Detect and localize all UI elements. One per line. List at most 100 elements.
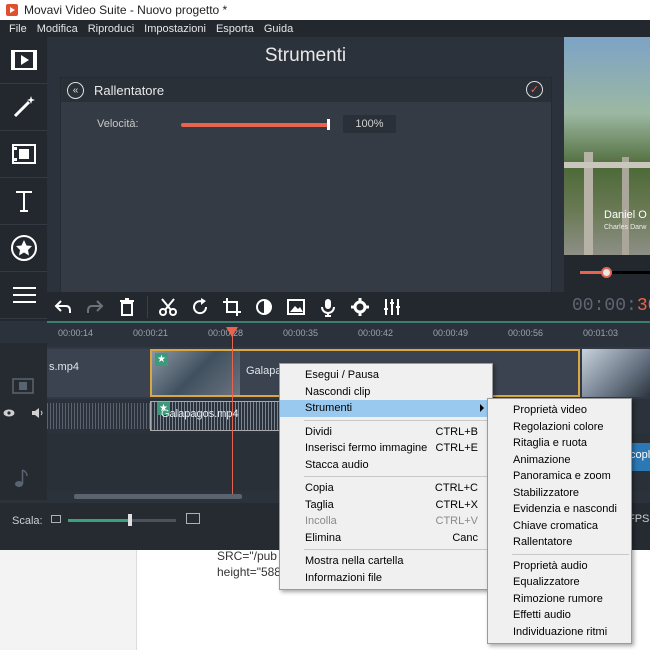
context-menu-item[interactable]: Copia CTRL+C	[280, 480, 492, 497]
menu-modifica[interactable]: Modifica	[32, 23, 83, 35]
menu-riproduci[interactable]: Riproduci	[83, 23, 139, 35]
submenu-item[interactable]: Effetti audio	[488, 607, 631, 624]
context-menu-item[interactable]: Incolla CTRL+V	[280, 513, 492, 530]
context-menu-item[interactable]: Dividi CTRL+B	[280, 424, 492, 441]
context-menu-shortcut: CTRL+B	[435, 425, 479, 438]
submenu-item[interactable]: Evidenzia e nascondi	[488, 501, 631, 518]
context-menu-item[interactable]: Inserisci fermo immagine CTRL+E	[280, 440, 492, 457]
submenu-item-label: Stabilizzatore	[513, 486, 580, 499]
video-track-icon	[12, 378, 34, 394]
cut-button[interactable]	[152, 292, 184, 321]
zoom-out-icon[interactable]	[51, 515, 61, 523]
video-clip-previous[interactable]: s.mp4	[47, 349, 150, 397]
rotate-icon	[193, 297, 208, 314]
import-media-button[interactable]	[0, 37, 47, 84]
scale-label: Scala:	[12, 515, 43, 527]
contrast-icon	[256, 298, 272, 315]
trash-icon	[120, 297, 134, 316]
menu-esporta[interactable]: Esporta	[211, 23, 259, 35]
menu-bar: File Modifica Riproduci Impostazioni Esp…	[0, 20, 650, 37]
back-icon[interactable]: «	[67, 81, 84, 99]
titles-button[interactable]	[0, 178, 47, 225]
eye-icon[interactable]	[3, 408, 15, 418]
context-menu-item[interactable]: Mostra nella cartella	[280, 553, 492, 570]
context-menu-item[interactable]: Taglia CTRL+X	[280, 497, 492, 514]
submenu-item[interactable]: Individuazione ritmi	[488, 624, 631, 641]
audio-waveform-previous[interactable]	[47, 403, 150, 429]
undo-icon	[54, 299, 71, 313]
context-menu-item[interactable]: Nascondi clip	[280, 384, 492, 401]
track-headers	[0, 343, 47, 500]
preview-seek-knob[interactable]	[601, 267, 612, 278]
submenu-item[interactable]: Regolazioni colore	[488, 419, 631, 436]
effect-header: « Rallentatore ✓	[61, 78, 551, 102]
speed-slider[interactable]	[181, 123, 329, 127]
equalizer-button[interactable]	[376, 292, 408, 321]
timecode-dim: 00:00:	[572, 296, 637, 316]
bg-code-line1: SRC="/pub	[217, 549, 277, 563]
rotate-button[interactable]	[184, 292, 216, 321]
context-menu-item[interactable]: Informazioni file	[280, 570, 492, 587]
transitions-button[interactable]	[0, 131, 47, 178]
stickers-button[interactable]	[0, 225, 47, 272]
color-button[interactable]	[248, 292, 280, 321]
apply-check-icon[interactable]: ✓	[526, 81, 543, 98]
settings-button[interactable]	[344, 292, 376, 321]
context-menu-item[interactable]: Strumenti	[280, 400, 492, 417]
filters-button[interactable]	[0, 84, 47, 131]
submenu-item[interactable]: Ritaglia e ruota	[488, 435, 631, 452]
submenu-item-label: Individuazione ritmi	[513, 625, 608, 638]
speed-slider-handle[interactable]	[327, 119, 330, 130]
ruler-tick: 00:00:21	[133, 328, 169, 338]
context-menu-item-label: Nascondi clip	[305, 385, 371, 398]
context-menu-item-label: Stacca audio	[305, 458, 369, 471]
delete-button[interactable]	[111, 292, 143, 321]
context-menu-shortcut: CTRL+E	[435, 442, 479, 455]
submenu-item[interactable]: Stabilizzatore	[488, 485, 631, 502]
timeline-ruler[interactable]: 00:00:14 00:00:21 00:00:28 00:00:35 00:0…	[47, 321, 650, 343]
tools-panel: « Rallentatore ✓ Velocità: 100%	[60, 77, 552, 315]
equalizer-icon	[384, 298, 400, 315]
context-menu-item[interactable]: Esegui / Pausa	[280, 367, 492, 384]
speed-value-field[interactable]: 100%	[343, 115, 396, 133]
image-button[interactable]	[280, 292, 312, 321]
zoom-in-icon[interactable]	[186, 513, 200, 524]
menu-guida[interactable]: Guida	[259, 23, 298, 35]
context-menu-item-label: Elimina	[305, 531, 342, 544]
microphone-icon	[321, 298, 335, 317]
more-tools-button[interactable]	[0, 272, 47, 319]
submenu-item[interactable]: Proprietà audio	[488, 558, 631, 575]
record-audio-button[interactable]	[312, 292, 344, 321]
context-menu-item[interactable]: Elimina Canc	[280, 530, 492, 547]
tools-submenu: Proprietà video Regolazioni colore Ritagli…	[487, 398, 632, 644]
menu-impostazioni[interactable]: Impostazioni	[139, 23, 211, 35]
ruler-tick: 00:00:56	[508, 328, 544, 338]
film-play-icon	[10, 50, 37, 70]
context-menu-item-label: Mostra nella cartella	[305, 555, 404, 568]
crop-icon	[223, 297, 241, 316]
panel-heading: Strumenti	[264, 45, 347, 66]
preview-scene-post	[622, 157, 629, 255]
submenu-item[interactable]: Chiave cromatica	[488, 518, 631, 535]
clip-label: Galapa	[246, 365, 282, 377]
context-menu-item-label: Copia	[305, 482, 334, 495]
scale-slider-handle[interactable]	[128, 514, 132, 526]
submenu-item[interactable]: Equalizzatore	[488, 574, 631, 591]
context-menu-item[interactable]: Stacca audio	[280, 457, 492, 474]
submenu-item[interactable]: Rallentatore	[488, 534, 631, 551]
submenu-item-label: Proprietà video	[513, 404, 587, 417]
submenu-item[interactable]: Rimozione rumore	[488, 591, 631, 608]
playhead-line[interactable]	[232, 329, 233, 494]
undo-button[interactable]	[47, 292, 79, 321]
context-menu-item-label: Incolla	[305, 515, 337, 528]
speaker-icon[interactable]	[31, 408, 44, 418]
context-menu-shortcut: CTRL+X	[435, 498, 479, 511]
menu-file[interactable]: File	[4, 23, 32, 35]
submenu-item[interactable]: Animazione	[488, 452, 631, 469]
submenu-item[interactable]: Panoramica e zoom	[488, 468, 631, 485]
crop-button[interactable]	[216, 292, 248, 321]
submenu-item[interactable]: Proprietà video	[488, 402, 631, 419]
redo-button[interactable]	[79, 292, 111, 321]
timeline-scrollbar[interactable]	[74, 494, 242, 499]
video-clip-next[interactable]	[582, 349, 650, 397]
